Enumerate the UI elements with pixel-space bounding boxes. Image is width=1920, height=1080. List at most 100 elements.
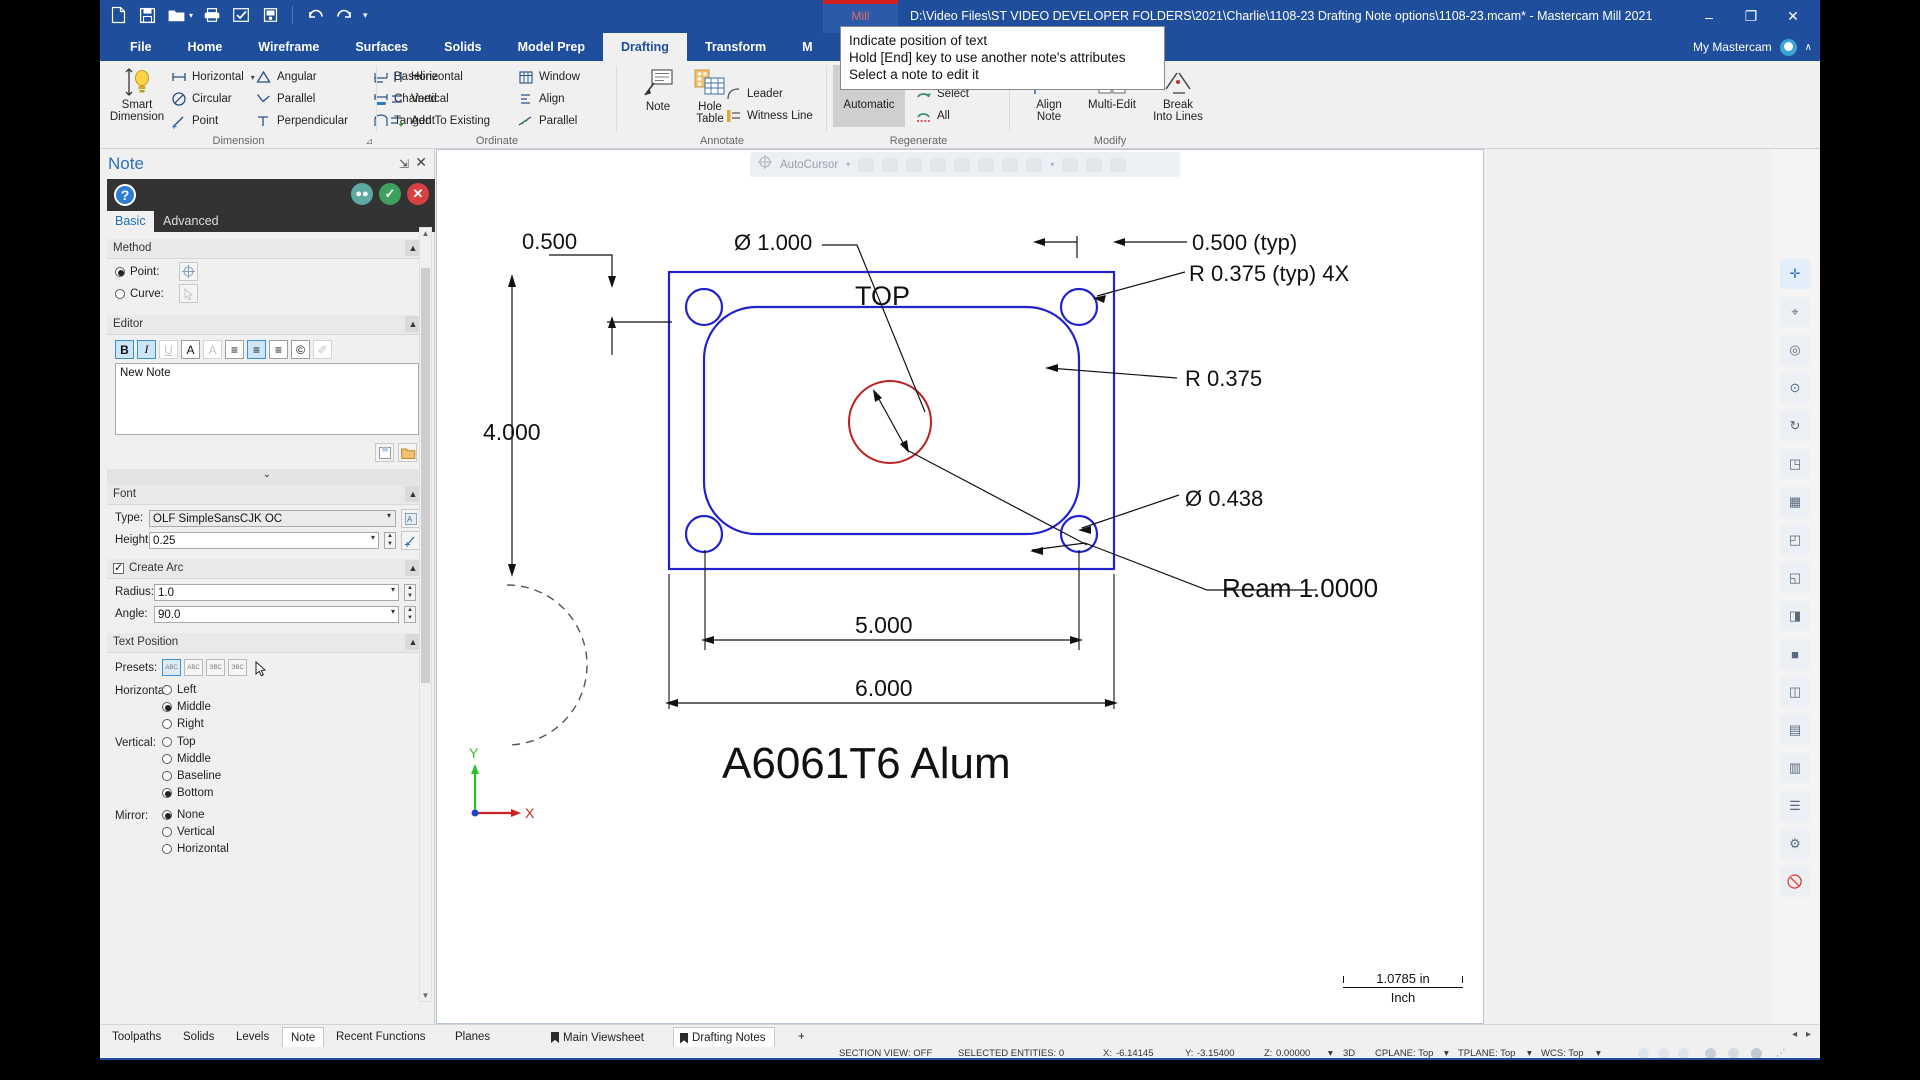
panel-tab-advanced[interactable]: Advanced [155,211,227,232]
dim-parallel-button[interactable]: Parallel [255,88,348,110]
preset-arc-in-icon[interactable]: ЭBC [206,659,225,676]
vertical-option-bottom[interactable]: Bottom [162,787,213,799]
horizontal-left-radio[interactable] [162,685,172,695]
new-icon[interactable] [108,5,128,25]
curve-radio[interactable] [115,289,125,299]
tab-model-prep[interactable]: Model Prep [500,33,603,61]
chevron-down-icon[interactable]: ▾ [371,533,375,542]
zoom-window-icon[interactable]: ⌖ [1780,297,1810,327]
point-radio[interactable] [115,267,125,277]
maximize-button[interactable]: ❐ [1730,0,1772,33]
tab-file[interactable]: File [112,33,170,61]
vertical-top-radio[interactable] [162,737,172,747]
autocursor-tool-6-icon[interactable] [978,157,995,172]
backplot-icon[interactable] [260,5,280,25]
levels-manager-icon[interactable]: ☰ [1780,791,1810,821]
mirror-vertical-radio[interactable] [162,827,172,837]
preset-arc-out-icon[interactable]: ЭBC [228,659,247,676]
vertical-option-top[interactable]: Top [162,736,196,748]
autocursor-tool-4-icon[interactable] [930,157,947,172]
leader-button[interactable]: Leader [725,83,813,105]
goggles-button[interactable]: ●● [351,183,373,205]
vertical-middle-radio[interactable] [162,754,172,764]
minimize-button[interactable]: – [1688,0,1730,33]
tab-wireframe[interactable]: Wireframe [240,33,337,61]
close-button[interactable]: ✕ [1772,0,1814,33]
regen-all-button[interactable]: All [915,105,969,127]
autocursor-tool-9-icon[interactable] [1062,157,1079,172]
arc-radius-stepper[interactable]: ▲ ▼ [404,584,416,601]
horizontal-option-middle[interactable]: Middle [162,701,211,713]
chevron-down-icon[interactable]: ▾ [391,607,395,616]
pin-icon[interactable]: ⇲ [399,157,409,171]
preset-arc-up-icon[interactable]: ABC [162,659,181,676]
arc-angle-input[interactable]: 90.0 [154,606,399,623]
italic-button[interactable]: I [137,340,156,359]
wireframe-icon[interactable]: ▤ [1780,715,1810,745]
unzoom-icon[interactable]: ⊙ [1780,373,1810,403]
bottom-tab-planes[interactable]: Planes [447,1027,498,1048]
create-arc-checkbox[interactable] [113,561,124,574]
avatar[interactable] [1779,38,1797,56]
horizontal-option-left[interactable]: Left [162,684,196,696]
bottom-tab-note[interactable]: Note [282,1027,325,1048]
note-text-input[interactable]: New Note [115,363,419,435]
font-browse-icon[interactable]: A [401,509,420,528]
collapse-ribbon-icon[interactable]: ∧ [1805,42,1812,53]
front-view-icon[interactable]: ◰ [1780,525,1810,555]
zoom-target-icon[interactable]: ◎ [1780,335,1810,365]
arc-angle-stepper[interactable]: ▲ ▼ [404,606,416,623]
align-center-button[interactable]: ≡ [247,340,266,359]
section-font-header[interactable]: Font ▲ [107,485,427,505]
panel-tab-basic[interactable]: Basic [107,211,154,232]
vertical-baseline-radio[interactable] [162,771,172,781]
mirror-none-radio[interactable] [162,810,172,820]
ordinate-window-button[interactable]: Window [517,66,580,88]
shaded-icon[interactable]: ■ [1780,639,1810,669]
scroll-down-arrow[interactable]: ▼ [420,991,431,1000]
dynamic-rotate-icon[interactable]: ↻ [1780,411,1810,441]
wireframe-shade-icon[interactable]: ◨ [1780,601,1810,631]
method-point-row[interactable]: Point: [115,266,159,278]
arc-radius-input[interactable]: 1.0 [154,584,399,601]
dim-angular-button[interactable]: Angular [255,66,348,88]
save-note-icon[interactable] [375,443,394,462]
font-height-stepper[interactable]: ▲ ▼ [384,532,396,549]
translucency-icon[interactable]: ◫ [1780,677,1810,707]
help-button[interactable]: ? [114,184,136,206]
ok-button[interactable]: ✓ [379,183,401,205]
note-symbol-button[interactable]: ✐ [313,340,332,359]
vertical-option-baseline[interactable]: Baseline [162,770,221,782]
mirror-horizontal-radio[interactable] [162,844,172,854]
pick-height-icon[interactable] [401,531,420,550]
open-caret-icon[interactable]: ▾ [189,11,193,20]
section-create-arc-header[interactable]: Create Arc ▲ [107,559,427,579]
scroll-thumb[interactable] [421,268,430,683]
viewsheet-tab-drafting-notes[interactable]: Drafting Notes [673,1027,775,1048]
horizontal-right-radio[interactable] [162,719,172,729]
print-icon[interactable] [202,5,222,25]
autocursor-target-icon[interactable] [758,155,772,174]
horizontal-option-right[interactable]: Right [162,718,204,730]
crosshair-icon[interactable] [179,262,198,281]
autocursor-tool-3-icon[interactable] [906,157,923,172]
smart-dimension-button[interactable]: Smart Dimension [106,63,168,123]
autocursor-tool-8-icon[interactable] [1026,157,1043,172]
autocursor-tool-5-icon[interactable] [954,157,971,172]
no-entry-icon[interactable]: 🚫 [1780,867,1810,897]
viewsheet-scroll-arrows[interactable]: ◂ ▸ [1792,1029,1814,1040]
open-note-icon[interactable] [398,443,417,462]
chevron-down-icon[interactable]: ▾ [1050,160,1054,169]
method-curve-row[interactable]: Curve: [115,288,164,300]
section-method-header[interactable]: Method ▲ [107,239,427,259]
open-icon[interactable] [166,5,186,25]
align-left-button[interactable]: ≡ [225,340,244,359]
ordinate-vertical-button[interactable]: Vertical [389,88,490,110]
mirror-option-none[interactable]: None [162,809,205,821]
isometric-view-icon[interactable]: ◳ [1780,449,1810,479]
chevron-down-icon[interactable]: ▾ [846,160,850,169]
editor-expand-button[interactable]: ⌄ [107,469,427,485]
section-editor-header[interactable]: Editor ▲ [107,315,427,335]
vertical-option-middle[interactable]: Middle [162,753,211,765]
bottom-tab-recent-functions[interactable]: Recent Functions [328,1027,434,1048]
